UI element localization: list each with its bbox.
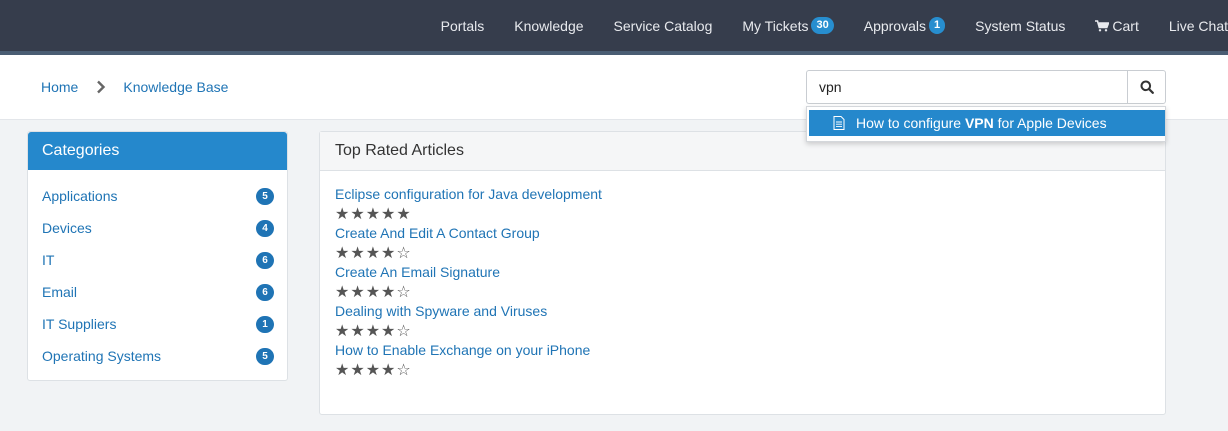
search-input[interactable] [806, 70, 1128, 104]
document-icon [833, 116, 845, 130]
star-rating: ★★★★☆ [335, 321, 547, 341]
article-link[interactable]: Create An Email Signature [335, 263, 500, 282]
star-filled-icon: ★ [381, 321, 397, 340]
breadcrumb-knowledge-base[interactable]: Knowledge Base [123, 79, 228, 95]
nav-cart-label: Cart [1112, 17, 1139, 34]
suggestion-text: How to configure VPN for Apple Devices [856, 115, 1107, 131]
nav-my-tickets[interactable]: My Tickets 30 [742, 17, 834, 34]
star-filled-icon: ★ [381, 243, 397, 262]
category-count-badge: 6 [256, 283, 274, 301]
star-filled-icon: ★ [381, 204, 397, 223]
article-item: Create And Edit A Contact Group ★★★★☆ [335, 224, 540, 263]
nav-portals-label: Portals [440, 17, 485, 34]
star-filled-icon: ★ [350, 204, 366, 223]
star-filled-icon: ★ [396, 204, 412, 223]
top-navbar: Portals Knowledge Service Catalog My Tic… [0, 0, 1228, 55]
category-count-badge: 5 [256, 347, 274, 365]
nav-approvals-label: Approvals [863, 17, 926, 34]
article-link[interactable]: How to Enable Exchange on your iPhone [335, 341, 590, 360]
nav-live-chat[interactable]: Live Chat [1169, 18, 1228, 34]
search-box [806, 70, 1166, 104]
article-link[interactable]: Dealing with Spyware and Viruses [335, 302, 547, 321]
search-icon [1140, 80, 1154, 94]
nav-knowledge[interactable]: Knowledge [514, 18, 583, 34]
category-label: Devices [42, 220, 92, 236]
star-filled-icon: ★ [350, 321, 366, 340]
article-link[interactable]: Create And Edit A Contact Group [335, 224, 540, 243]
nav-my-tickets-label: My Tickets [742, 17, 809, 34]
search-button[interactable] [1127, 70, 1166, 104]
category-label: Email [42, 284, 78, 300]
category-label: IT Suppliers [42, 316, 117, 332]
star-filled-icon: ★ [381, 360, 397, 379]
category-label: Applications [42, 188, 118, 204]
star-rating: ★★★★☆ [335, 282, 500, 302]
star-filled-icon: ★ [350, 360, 366, 379]
category-applications[interactable]: Applications 5 [42, 186, 274, 206]
star-filled-icon: ★ [335, 282, 351, 301]
category-count-badge: 6 [256, 251, 274, 269]
article-item: Dealing with Spyware and Viruses ★★★★☆ [335, 302, 547, 341]
category-it-suppliers[interactable]: IT Suppliers 1 [42, 314, 274, 334]
breadcrumb: Home Knowledge Base [41, 55, 228, 119]
category-count-badge: 5 [256, 187, 274, 205]
search-suggestions-dropdown: How to configure VPN for Apple Devices [806, 106, 1166, 142]
star-filled-icon: ★ [335, 360, 351, 379]
star-empty-icon: ☆ [396, 243, 412, 262]
category-count-badge: 4 [256, 219, 274, 237]
top-rated-panel: Top Rated Articles Eclipse configuration… [319, 131, 1166, 415]
nav-live-chat-label: Live Chat [1168, 17, 1228, 34]
star-rating: ★★★★★ [335, 204, 602, 224]
nav-system-status[interactable]: System Status [975, 18, 1065, 34]
category-label: Operating Systems [42, 348, 162, 364]
star-empty-icon: ☆ [396, 321, 412, 340]
article-item: Eclipse configuration for Java developme… [335, 185, 602, 224]
star-filled-icon: ★ [365, 243, 382, 262]
suggestion-match: VPN [964, 115, 994, 131]
star-rating: ★★★★☆ [335, 360, 590, 380]
star-rating: ★★★★☆ [335, 243, 540, 263]
search-suggestion-item[interactable]: How to configure VPN for Apple Devices [809, 110, 1165, 136]
star-filled-icon: ★ [350, 282, 366, 301]
suggestion-suffix: for Apple Devices [993, 115, 1107, 131]
nav-menu: Portals Knowledge Service Catalog My Tic… [441, 0, 1228, 51]
star-filled-icon: ★ [365, 282, 382, 301]
category-email[interactable]: Email 6 [42, 282, 274, 302]
category-operating-systems[interactable]: Operating Systems 5 [42, 346, 274, 366]
star-filled-icon: ★ [335, 243, 351, 262]
nav-service-catalog[interactable]: Service Catalog [614, 18, 713, 34]
star-filled-icon: ★ [381, 282, 397, 301]
nav-portals[interactable]: Portals [441, 18, 485, 34]
nav-knowledge-label: Knowledge [514, 17, 584, 34]
tickets-count-badge: 30 [811, 17, 834, 34]
article-item: How to Enable Exchange on your iPhone ★★… [335, 341, 590, 380]
article-item: Create An Email Signature ★★★★☆ [335, 263, 500, 302]
star-filled-icon: ★ [365, 204, 382, 223]
chevron-right-icon [97, 80, 106, 94]
star-filled-icon: ★ [335, 204, 351, 223]
categories-title: Categories [28, 132, 287, 170]
suggestion-prefix: How to configure [856, 115, 965, 131]
star-empty-icon: ☆ [396, 282, 412, 301]
star-filled-icon: ★ [365, 321, 382, 340]
category-count-badge: 1 [256, 315, 274, 333]
star-filled-icon: ★ [335, 321, 351, 340]
star-filled-icon: ★ [365, 360, 382, 379]
nav-cart[interactable]: Cart [1095, 17, 1139, 34]
nav-approvals[interactable]: Approvals 1 [863, 17, 946, 34]
breadcrumb-home[interactable]: Home [41, 79, 78, 95]
article-link[interactable]: Eclipse configuration for Java developme… [335, 185, 602, 204]
category-it[interactable]: IT 6 [42, 250, 274, 270]
cart-icon [1095, 19, 1110, 31]
nav-system-status-label: System Status [975, 17, 1066, 34]
category-devices[interactable]: Devices 4 [42, 218, 274, 238]
approvals-count-badge: 1 [929, 17, 946, 34]
categories-panel: Categories Applications 5 Devices 4 IT 6 Em… [27, 131, 288, 381]
nav-service-catalog-label: Service Catalog [613, 17, 713, 34]
star-empty-icon: ☆ [396, 360, 412, 379]
category-label: IT [42, 252, 55, 268]
star-filled-icon: ★ [350, 243, 366, 262]
